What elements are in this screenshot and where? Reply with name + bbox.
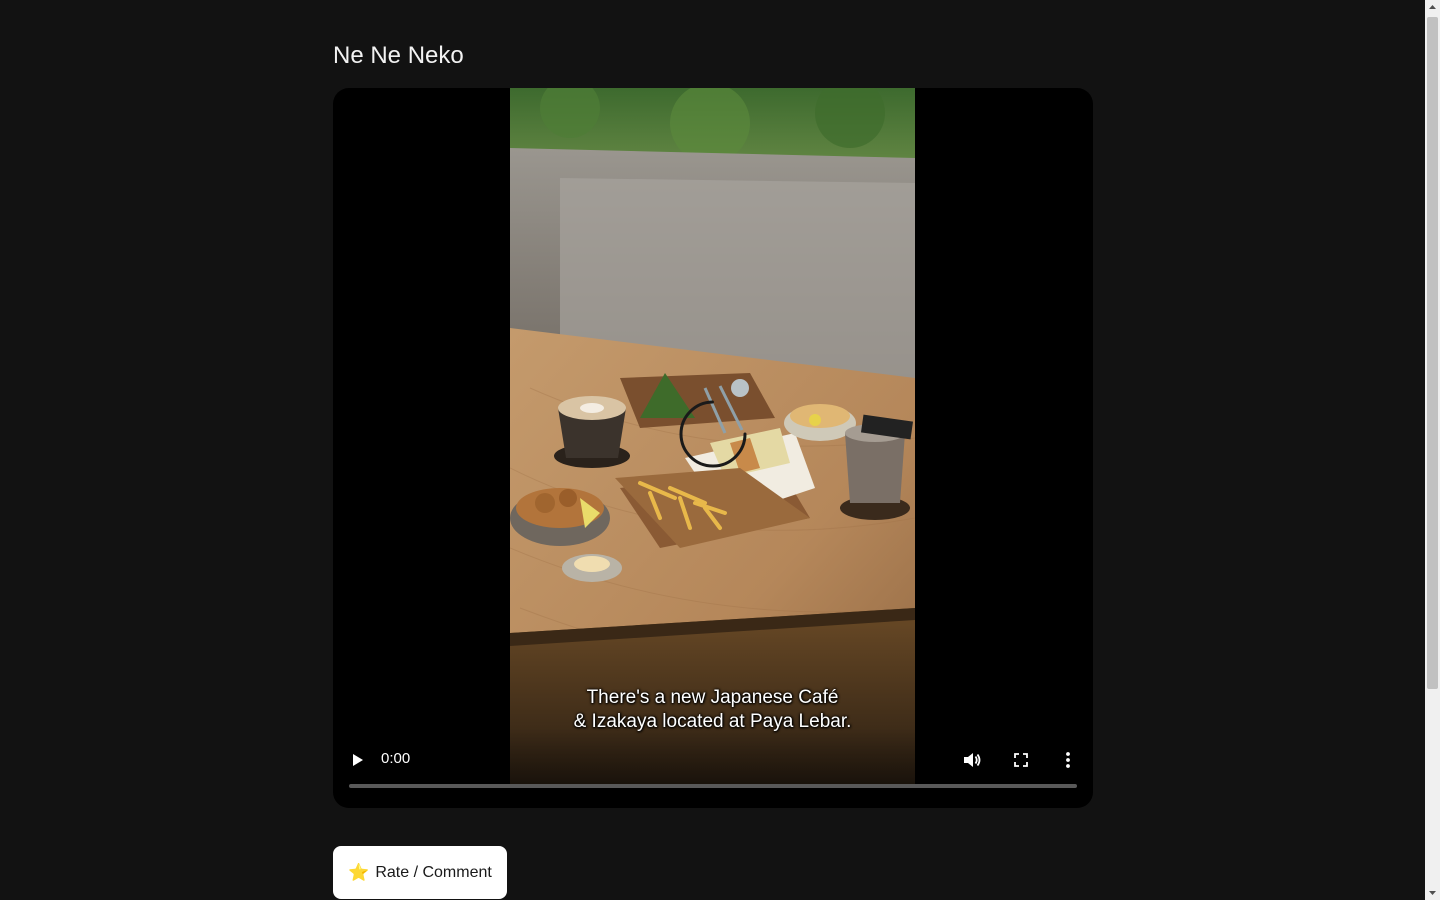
scroll-up-arrow-icon[interactable] <box>1425 0 1440 15</box>
video-player[interactable]: There's a new Japanese Café & Izakaya lo… <box>333 88 1093 808</box>
page-title: Ne Ne Neko <box>333 42 464 69</box>
fullscreen-icon[interactable] <box>1009 748 1033 772</box>
video-caption: There's a new Japanese Café & Izakaya lo… <box>510 686 915 734</box>
caption-line-1: There's a new Japanese Café <box>586 687 839 708</box>
rate-comment-label: Rate / Comment <box>375 863 492 881</box>
loading-spinner-icon <box>679 400 747 468</box>
rate-comment-button[interactable]: ⭐ Rate / Comment <box>333 846 507 899</box>
star-icon: ⭐ <box>348 862 370 883</box>
video-progress-bar[interactable] <box>349 784 1077 788</box>
scroll-down-arrow-icon[interactable] <box>1425 885 1440 900</box>
page: Ne Ne Neko There's a new Japanese Café &… <box>0 0 1440 900</box>
scrollbar-thumb[interactable] <box>1427 17 1438 689</box>
current-time: 0:00 <box>381 750 411 767</box>
page-scrollbar[interactable] <box>1425 0 1440 900</box>
play-icon[interactable] <box>347 748 367 772</box>
more-options-icon[interactable] <box>1056 748 1080 772</box>
volume-icon[interactable] <box>960 748 984 772</box>
